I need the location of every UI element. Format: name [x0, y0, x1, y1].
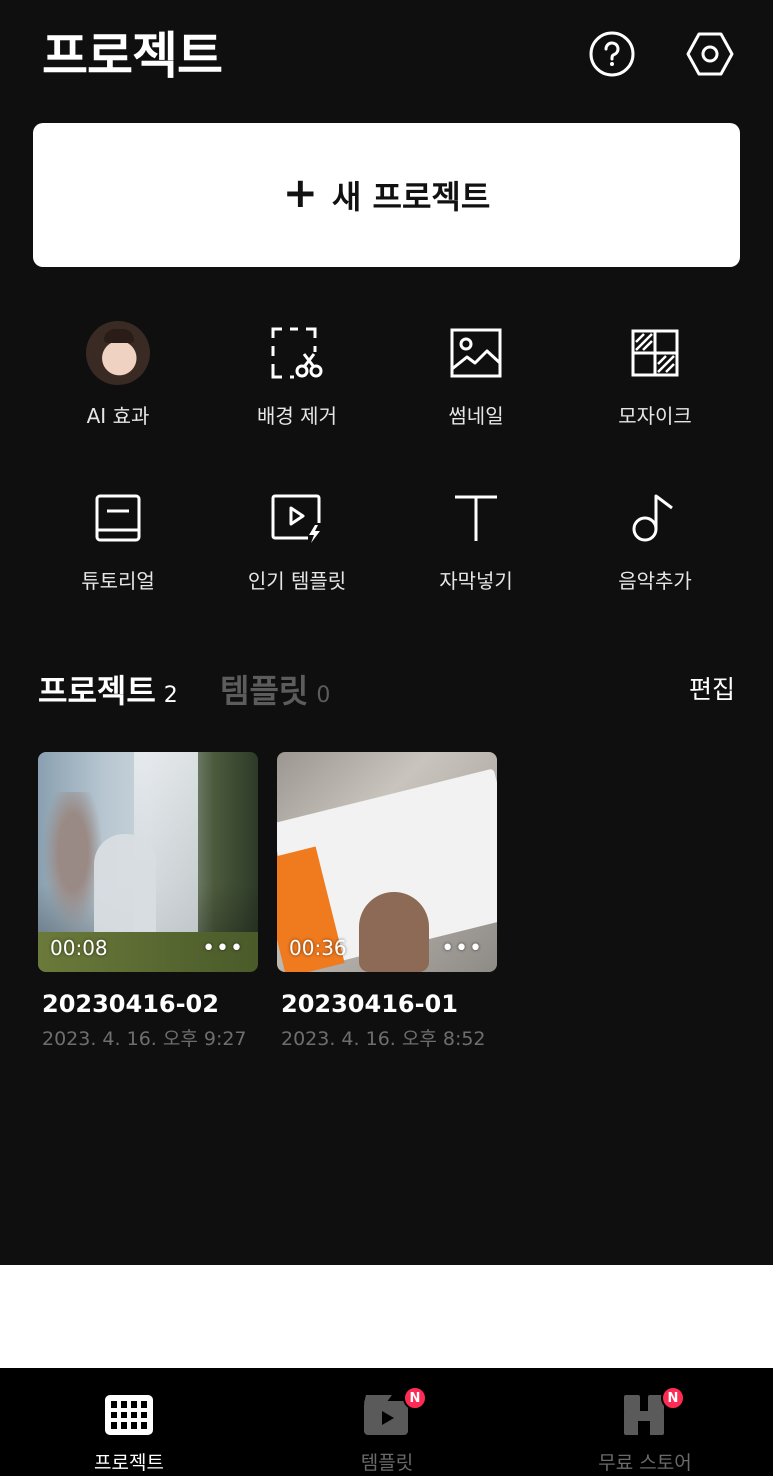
scissors-selection-icon: [271, 327, 323, 379]
more-options-icon[interactable]: •••: [441, 936, 483, 961]
tool-label: 배경 제거: [257, 404, 337, 428]
new-project-button[interactable]: + 새 프로젝트: [33, 123, 740, 267]
tool-ai-effect[interactable]: AI 효과: [28, 318, 208, 428]
tool-popular-templates[interactable]: 인기 템플릿: [207, 483, 387, 593]
tool-mosaic[interactable]: 모자이크: [565, 318, 745, 428]
tool-label: 썸네일: [448, 404, 504, 428]
nav-free-store[interactable]: N 무료 스토어: [516, 1368, 773, 1476]
more-options-icon[interactable]: •••: [202, 936, 244, 961]
duration-label: 00:36: [289, 936, 347, 960]
nav-label: 프로젝트: [94, 1452, 164, 1474]
tab-projects[interactable]: 프로젝트 2: [38, 666, 178, 712]
ad-banner-area: [0, 1265, 773, 1368]
tool-tutorial[interactable]: 튜토리얼: [28, 483, 208, 593]
tab-projects-count: 2: [163, 683, 178, 708]
project-tabs: 프로젝트 2 템플릿 0 편집: [0, 662, 773, 718]
project-name: 20230416-01: [281, 990, 458, 1018]
help-button[interactable]: [588, 30, 636, 78]
tool-label: AI 효과: [86, 404, 150, 428]
settings-button[interactable]: [686, 30, 734, 78]
nav-label: 템플릿: [360, 1452, 414, 1474]
tool-add-music[interactable]: 음악추가: [565, 483, 745, 593]
project-thumbnail[interactable]: 00:36 •••: [277, 752, 497, 972]
tab-templates-count: 0: [316, 683, 331, 708]
tool-label: 인기 템플릿: [247, 569, 347, 593]
tool-remove-background[interactable]: 배경 제거: [207, 318, 387, 428]
project-date: 2023. 4. 16. 오후 8:52: [281, 1028, 486, 1050]
music-note-icon: [632, 494, 673, 542]
edit-button[interactable]: 편집: [689, 670, 735, 706]
project-name: 20230416-02: [42, 990, 219, 1018]
new-badge: N: [661, 1386, 685, 1410]
gear-icon: [686, 32, 734, 76]
tab-templates-label: 템플릿: [220, 672, 309, 710]
new-badge: N: [403, 1386, 427, 1410]
project-card[interactable]: 00:36 ••• 20230416-01 2023. 4. 16. 오후 8:…: [277, 752, 497, 1051]
project-thumbnail[interactable]: 00:08 •••: [38, 752, 258, 972]
duration-label: 00:08: [50, 936, 108, 960]
plus-icon: +: [282, 168, 318, 217]
page-title: 프로젝트: [42, 27, 223, 85]
mosaic-icon: [631, 329, 679, 377]
text-icon: [455, 495, 497, 541]
bottom-nav: 프로젝트 N 템플릿 N 무료 스토어: [0, 1368, 773, 1476]
help-icon: [589, 31, 635, 77]
tool-add-subtitles[interactable]: 자막넣기: [386, 483, 566, 593]
book-icon: [95, 494, 141, 542]
tab-templates[interactable]: 템플릿 0: [220, 666, 330, 712]
tool-label: 음악추가: [618, 569, 692, 593]
tool-label: 모자이크: [618, 404, 692, 428]
nav-projects[interactable]: 프로젝트: [0, 1368, 258, 1476]
film-icon: [105, 1395, 153, 1435]
image-icon: [450, 328, 502, 378]
ai-avatar-icon: [86, 321, 150, 385]
project-date: 2023. 4. 16. 오후 9:27: [42, 1028, 247, 1050]
tool-thumbnail[interactable]: 썸네일: [386, 318, 566, 428]
nav-templates[interactable]: N 템플릿: [258, 1368, 516, 1476]
tab-projects-label: 프로젝트: [38, 672, 156, 710]
tool-label: 자막넣기: [439, 569, 513, 593]
nav-label: 무료 스토어: [598, 1452, 692, 1474]
tool-label: 튜토리얼: [81, 569, 155, 593]
video-template-icon: [271, 494, 321, 543]
new-project-label: 새 프로젝트: [331, 178, 491, 216]
project-card[interactable]: 00:08 ••• 20230416-02 2023. 4. 16. 오후 9:…: [38, 752, 258, 1051]
header: 프로젝트: [0, 0, 773, 105]
